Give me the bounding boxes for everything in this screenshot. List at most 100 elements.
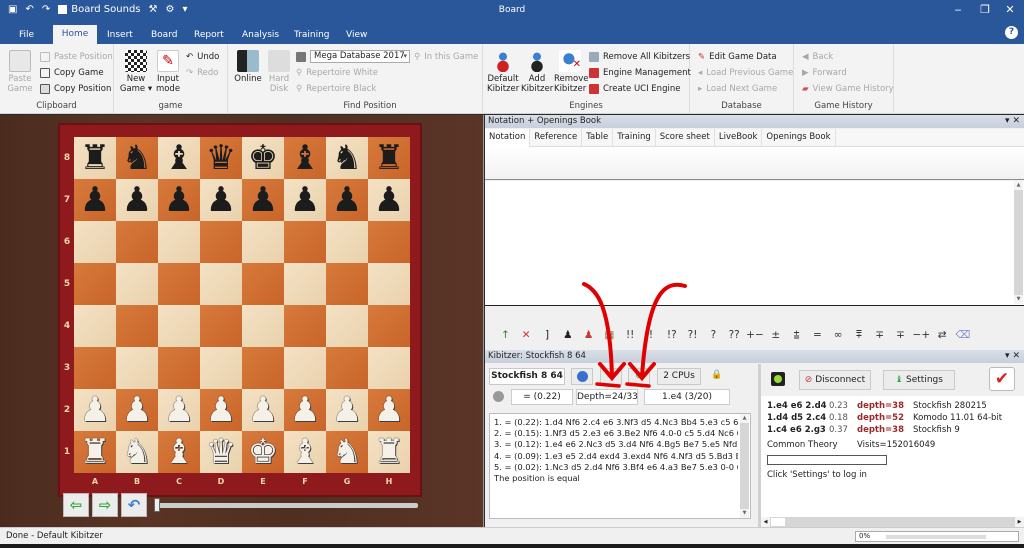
- annotation-button[interactable]: ∓: [890, 329, 911, 341]
- annotation-button[interactable]: ♟: [557, 329, 578, 341]
- minimize-button[interactable]: ‒: [948, 3, 968, 16]
- square-c8[interactable]: ♝: [158, 137, 200, 179]
- black-pawn-icon[interactable]: ♟: [80, 183, 110, 217]
- square-d6[interactable]: [200, 221, 242, 263]
- tab-training[interactable]: Training: [613, 129, 656, 147]
- redo-button[interactable]: ↷ Redo: [186, 68, 218, 78]
- square-g2[interactable]: ♟: [326, 389, 368, 431]
- paste-game-button[interactable]: Paste Game: [6, 50, 34, 94]
- square-e6[interactable]: [242, 221, 284, 263]
- annotation-button[interactable]: ?: [703, 329, 724, 341]
- annotation-button[interactable]: ⇄: [932, 329, 953, 341]
- annotation-button[interactable]: !: [641, 329, 662, 341]
- square-f1[interactable]: ♝: [284, 431, 326, 473]
- square-c5[interactable]: [158, 263, 200, 305]
- close-button[interactable]: ✕: [1000, 3, 1020, 16]
- square-f7[interactable]: ♟: [284, 179, 326, 221]
- tab-report[interactable]: Report: [186, 26, 232, 44]
- copy-game-button[interactable]: Copy Game: [40, 68, 104, 78]
- square-c1[interactable]: ♝: [158, 431, 200, 473]
- black-pawn-icon[interactable]: ♟: [290, 183, 320, 217]
- livebook-row[interactable]: 1.c4 e6 2.g3 0.37 depth=38 Stockfish 9: [761, 424, 1024, 436]
- square-f8[interactable]: ♝: [284, 137, 326, 179]
- square-f4[interactable]: [284, 305, 326, 347]
- online-button[interactable]: Online: [233, 50, 263, 84]
- load-previous-game-button[interactable]: ◂ Load Previous Game: [698, 68, 793, 78]
- paste-position-button[interactable]: Paste Position: [40, 52, 113, 62]
- scroll-down-icon[interactable]: ▼: [1014, 295, 1023, 304]
- tab-reference[interactable]: Reference: [530, 129, 583, 147]
- white-pawn-icon[interactable]: ♟: [80, 393, 110, 427]
- tab-notation[interactable]: Notation: [485, 129, 531, 147]
- annotation-button[interactable]: ]: [537, 329, 558, 341]
- square-d2[interactable]: ♟: [200, 389, 242, 431]
- square-a4[interactable]: [74, 305, 116, 347]
- scroll-thumb[interactable]: [771, 518, 785, 526]
- undo-button[interactable]: ↶ Undo: [186, 52, 219, 62]
- copy-position-button[interactable]: Copy Position: [40, 84, 111, 94]
- square-g8[interactable]: ♞: [326, 137, 368, 179]
- chessboard[interactable]: ♜ ♞ ♝ ♛ ♚ ♝ ♞ ♜ ♟ ♟ ♟ ♟ ♟ ♟ ♟ ♟ ♟ ♟ ♟ ♟ ♟ ♟ ♟ ♟ ♜ ♞ ♝ ♛ ♚ ♝ ♞ ♜: [74, 137, 410, 473]
- tab-file[interactable]: File: [11, 26, 42, 44]
- lock-icon[interactable]: 🔒: [709, 368, 725, 385]
- help-icon[interactable]: ?: [1005, 26, 1018, 39]
- cpus-button[interactable]: 2 CPUs: [657, 368, 701, 385]
- square-e7[interactable]: ♟: [242, 179, 284, 221]
- lines-scrollbar[interactable]: ▲ ▼: [740, 414, 749, 518]
- square-b4[interactable]: [116, 305, 158, 347]
- load-next-game-button[interactable]: ▸ Load Next Game: [698, 84, 777, 94]
- white-pawn-icon[interactable]: ♟: [290, 393, 320, 427]
- notation-area[interactable]: ▲ ▼: [485, 181, 1024, 306]
- square-e1[interactable]: ♚: [242, 431, 284, 473]
- square-g5[interactable]: [326, 263, 368, 305]
- square-c3[interactable]: [158, 347, 200, 389]
- annotation-button[interactable]: ⌫: [953, 329, 974, 341]
- scroll-up-icon[interactable]: ▲: [740, 414, 749, 423]
- engine-line[interactable]: 4. = (0.09): 1.e3 e5 2.d4 exd4 3.exd4 Nf…: [494, 451, 738, 462]
- white-queen-icon[interactable]: ♛: [206, 435, 236, 469]
- annotation-button[interactable]: −+: [911, 329, 932, 341]
- settings-button[interactable]: ♝ Settings: [883, 370, 955, 390]
- square-b2[interactable]: ♟: [116, 389, 158, 431]
- square-a7[interactable]: ♟: [74, 179, 116, 221]
- engine-line[interactable]: 1. = (0.22): 1.d4 Nf6 2.c4 e6 3.Nf3 d5 4…: [494, 417, 738, 428]
- livebook-hscrollbar[interactable]: ◀ ▶: [761, 517, 1024, 527]
- square-c2[interactable]: ♟: [158, 389, 200, 431]
- square-a5[interactable]: [74, 263, 116, 305]
- square-d3[interactable]: [200, 347, 242, 389]
- white-pawn-icon[interactable]: ♟: [164, 393, 194, 427]
- square-c4[interactable]: [158, 305, 200, 347]
- annotation-button[interactable]: ∓: [869, 329, 890, 341]
- square-g4[interactable]: [326, 305, 368, 347]
- tab-board[interactable]: Board: [143, 26, 185, 44]
- livebook-row[interactable]: 1.e4 e6 2.d4 0.23 depth=38 Stockfish 280215: [761, 400, 1024, 412]
- square-e4[interactable]: [242, 305, 284, 347]
- restore-button[interactable]: ❐: [975, 3, 995, 16]
- square-b7[interactable]: ♟: [116, 179, 158, 221]
- square-h6[interactable]: [368, 221, 410, 263]
- disconnect-button[interactable]: ⊘ Disconnect: [799, 370, 871, 390]
- annotation-button[interactable]: ▦: [599, 329, 620, 341]
- square-a6[interactable]: [74, 221, 116, 263]
- square-a1[interactable]: ♜: [74, 431, 116, 473]
- square-h1[interactable]: ♜: [368, 431, 410, 473]
- back-button[interactable]: ◀ Back: [802, 52, 833, 62]
- white-pawn-icon[interactable]: ♟: [248, 393, 278, 427]
- square-h3[interactable]: [368, 347, 410, 389]
- move-slider[interactable]: [154, 498, 418, 512]
- repertoire-white-button[interactable]: ⚲ Repertoire White: [296, 68, 378, 78]
- black-bishop-icon[interactable]: ♝: [290, 141, 320, 175]
- square-g3[interactable]: [326, 347, 368, 389]
- hard-disk-button[interactable]: Hard Disk: [266, 50, 292, 94]
- square-d8[interactable]: ♛: [200, 137, 242, 179]
- in-this-game-button[interactable]: ⚲ In this Game: [414, 52, 478, 62]
- black-queen-icon[interactable]: ♛: [206, 141, 236, 175]
- white-knight-icon[interactable]: ♞: [122, 435, 152, 469]
- black-knight-icon[interactable]: ♞: [122, 141, 152, 175]
- checkmark-icon[interactable]: ✔: [989, 367, 1015, 391]
- square-b8[interactable]: ♞: [116, 137, 158, 179]
- square-a2[interactable]: ♟: [74, 389, 116, 431]
- engine-lines[interactable]: 1. = (0.22): 1.d4 Nf6 2.c4 e6 3.Nf3 d5 4…: [489, 413, 751, 519]
- edit-game-data-button[interactable]: ✎ Edit Game Data: [698, 52, 777, 62]
- scroll-down-icon[interactable]: ▼: [740, 509, 749, 518]
